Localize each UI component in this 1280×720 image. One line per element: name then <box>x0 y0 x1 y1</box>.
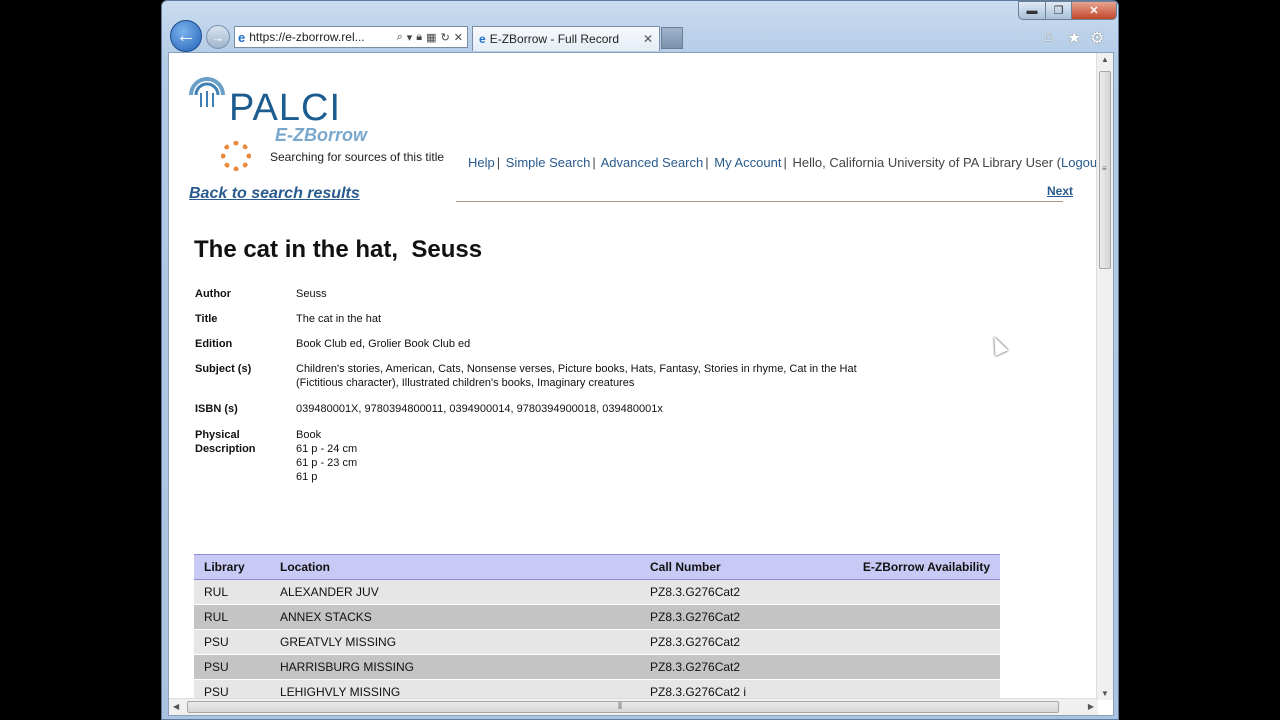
field-value-isbn: 039480001X, 9780394800011, 0394900014, 9… <box>296 403 663 415</box>
user-greeting: Hello, California University of PA Libra… <box>792 155 1061 170</box>
vertical-scrollbar[interactable]: ▲ ≡ ▼ <box>1096 53 1113 700</box>
search-icon[interactable]: ⌕ <box>397 31 403 44</box>
field-value-subjects: Children's stories, American, Cats, Nons… <box>296 363 857 389</box>
author-link[interactable]: Seuss <box>296 287 327 301</box>
column-header-library[interactable]: Library <box>194 554 280 580</box>
physical-description-line: Book <box>296 429 322 441</box>
ie-page-icon: e <box>238 29 246 45</box>
tab-title: E-ZBorrow - Full Record <box>489 32 620 46</box>
column-header-call-number[interactable]: Call Number <box>650 554 830 580</box>
horizontal-scrollbar[interactable]: ◀ ⦀ ▶ <box>169 698 1098 715</box>
favorites-star-icon[interactable]: ★ <box>1067 28 1081 48</box>
cell-location: GREATVLY MISSING <box>280 629 650 655</box>
cell-availability <box>830 629 1000 655</box>
cell-library: RUL <box>194 579 280 605</box>
ie-tab-icon: e <box>479 32 486 46</box>
loading-spinner-icon <box>221 141 251 171</box>
scroll-right-icon[interactable]: ▶ <box>1088 702 1094 711</box>
scroll-up-icon[interactable]: ▲ <box>1101 55 1109 64</box>
physical-description-line: 61 p - 23 cm <box>296 457 358 469</box>
table-row: PSU HARRISBURG MISSING PZ8.3.G276Cat2 <box>194 654 1000 680</box>
field-label-author: Author <box>195 288 232 300</box>
holdings-header-row: Library Location Call Number E-ZBorrow A… <box>194 554 1000 580</box>
page-viewport: PALCI E-ZBorrow Searching for sources of… <box>168 52 1114 716</box>
physical-description-line: 61 p <box>296 471 318 483</box>
tab-full-record[interactable]: e E-ZBorrow - Full Record ✕ <box>472 26 660 51</box>
forward-arrow-icon: → <box>211 29 225 45</box>
scroll-down-icon[interactable]: ▼ <box>1101 689 1109 698</box>
maximize-button[interactable]: ❐ <box>1045 1 1072 20</box>
cell-library: PSU <box>194 629 280 655</box>
field-value-title: The cat in the hat <box>296 313 381 325</box>
refresh-icon[interactable]: ↻ <box>441 31 450 44</box>
browser-window: ▬ ❐ ✕ ← → e https://e-zborrow.rel... ⌕ ▾… <box>161 0 1119 720</box>
field-label-isbn: ISBN (s) <box>195 403 238 415</box>
table-row: PSU GREATVLY MISSING PZ8.3.G276Cat2 <box>194 629 1000 655</box>
cell-availability <box>830 604 1000 630</box>
cell-call-number: PZ8.3.G276Cat2 <box>650 654 830 680</box>
cell-library: PSU <box>194 654 280 680</box>
holdings-table: Library Location Call Number E-ZBorrow A… <box>194 554 1000 705</box>
address-bar[interactable]: e https://e-zborrow.rel... ⌕ ▾ 🔒︎ ▦ ↻ ✕ <box>234 26 468 48</box>
record-title: The cat in the hat, Seuss <box>194 236 483 263</box>
cell-call-number: PZ8.3.G276Cat2 <box>650 604 830 630</box>
palci-logo-mark-icon <box>189 77 225 107</box>
scroll-left-icon[interactable]: ◀ <box>173 702 179 711</box>
searching-status: Searching for sources of this title <box>270 150 445 164</box>
tab-close-icon[interactable]: ✕ <box>643 32 653 46</box>
next-record-link[interactable]: Next <box>1047 184 1073 198</box>
column-header-location[interactable]: Location <box>280 554 650 580</box>
mouse-pointer-icon <box>987 333 1009 357</box>
dropdown-icon[interactable]: ▾ <box>407 31 413 44</box>
grip-icon: ≡ <box>1102 164 1107 173</box>
back-to-results-link[interactable]: Back to search results <box>189 185 360 203</box>
logo-text: PALCI <box>229 87 342 129</box>
horizontal-scroll-thumb[interactable]: ⦀ <box>187 701 1059 713</box>
table-row: RUL ALEXANDER JUV PZ8.3.G276Cat2 <box>194 579 1000 605</box>
field-label-edition: Edition <box>195 338 233 350</box>
help-link[interactable]: Help <box>468 155 495 170</box>
top-nav: Help | Simple Search | Advanced Search | My… <box>468 155 1105 170</box>
header-divider <box>456 201 1063 202</box>
compat-view-icon[interactable]: ▦ <box>426 31 436 44</box>
simple-search-link[interactable]: Simple Search <box>506 155 591 170</box>
table-row: RUL ANNEX STACKS PZ8.3.G276Cat2 <box>194 604 1000 630</box>
minimize-button[interactable]: ▬ <box>1018 1 1046 20</box>
logout-link[interactable]: Logout <box>1061 155 1101 170</box>
back-arrow-icon: ← <box>176 24 196 47</box>
back-button[interactable]: ← <box>170 20 202 52</box>
physical-description-line: 61 p - 24 cm <box>296 443 358 455</box>
cell-call-number: PZ8.3.G276Cat2 <box>650 579 830 605</box>
field-value-physical-description: Book 61 p - 24 cm 61 p - 23 cm 61 p <box>296 428 896 484</box>
advanced-search-link[interactable]: Advanced Search <box>601 155 704 170</box>
cell-availability <box>830 654 1000 680</box>
cell-location: ALEXANDER JUV <box>280 579 650 605</box>
lock-icon[interactable]: 🔒︎ <box>416 31 422 44</box>
cell-location: HARRISBURG MISSING <box>280 654 650 680</box>
field-label-physical-description: Physical Description <box>195 429 256 455</box>
home-icon[interactable]: ⌂ <box>1044 28 1054 46</box>
my-account-link[interactable]: My Account <box>714 155 781 170</box>
logo-subtext: E-ZBorrow <box>275 125 367 145</box>
field-label-subjects: Subject (s) <box>195 363 252 375</box>
field-value-edition: Book Club ed, Grolier Book Club ed <box>296 338 471 350</box>
gear-icon[interactable]: ⚙ <box>1090 28 1104 48</box>
column-header-availability[interactable]: E-ZBorrow Availability <box>830 554 1000 580</box>
vertical-scroll-thumb[interactable]: ≡ <box>1099 71 1111 269</box>
cell-library: RUL <box>194 604 280 630</box>
cell-location: ANNEX STACKS <box>280 604 650 630</box>
cell-call-number: PZ8.3.G276Cat2 <box>650 629 830 655</box>
new-tab-button[interactable] <box>661 27 683 49</box>
field-label-title: Title <box>195 313 218 325</box>
cell-availability <box>830 579 1000 605</box>
address-url[interactable]: https://e-zborrow.rel... <box>249 30 396 44</box>
close-window-button[interactable]: ✕ <box>1071 1 1117 20</box>
grip-icon: ⦀ <box>618 701 622 711</box>
forward-button[interactable]: → <box>206 25 230 49</box>
stop-icon[interactable]: ✕ <box>454 31 463 44</box>
